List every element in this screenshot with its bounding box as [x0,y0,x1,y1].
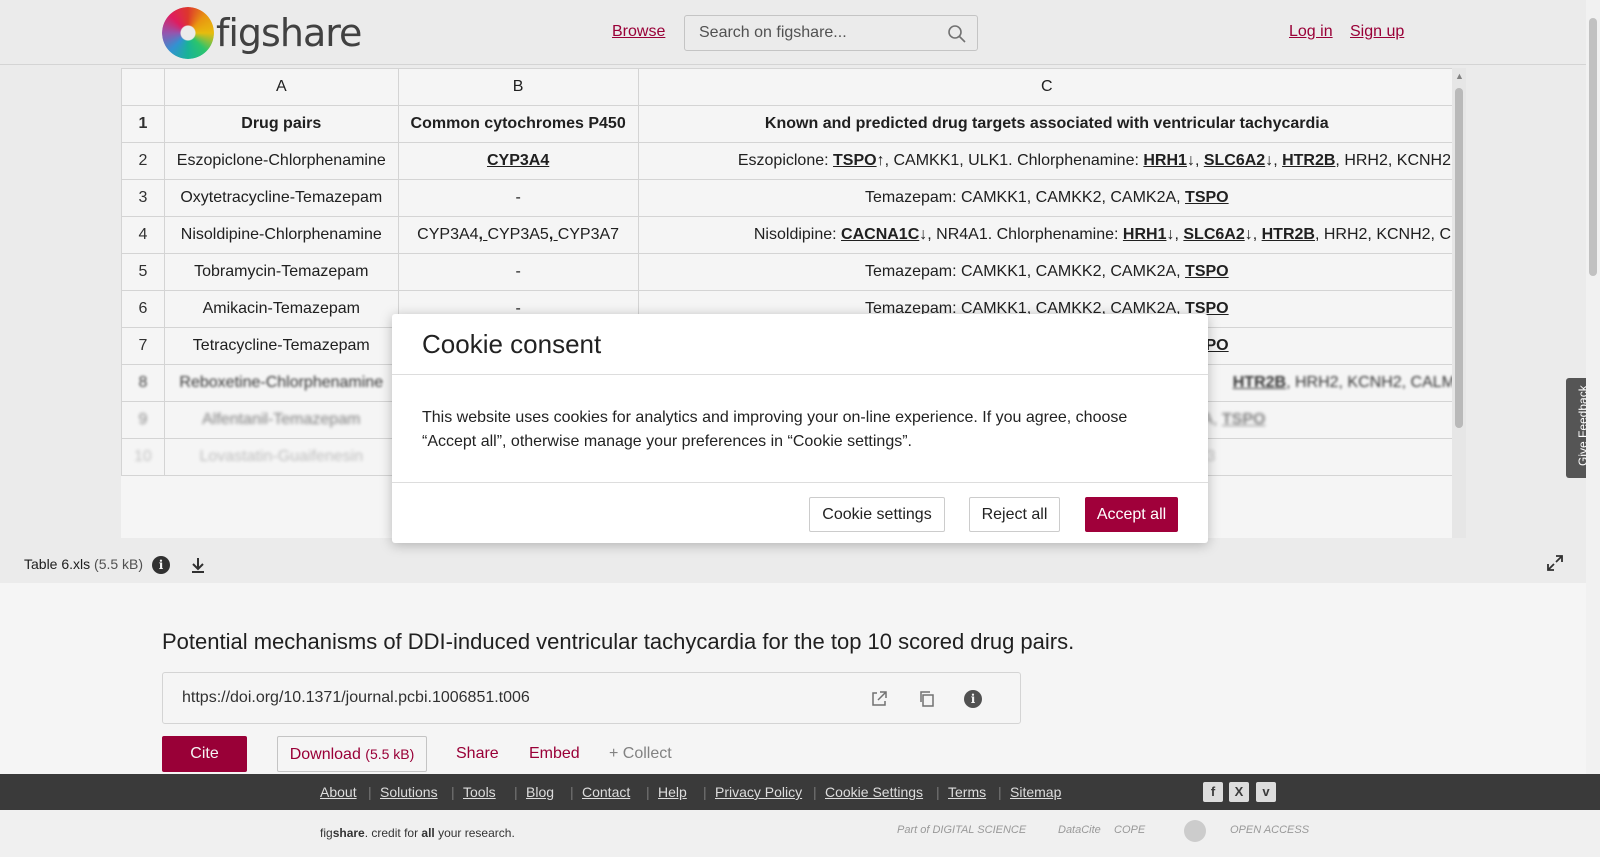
datacite-logo[interactable]: DataCite [1058,824,1101,836]
open-access-logo[interactable]: OPEN ACCESS [1230,824,1309,836]
footer-separator: | [813,784,817,800]
footer-separator: | [514,784,518,800]
footer-separator: | [570,784,574,800]
footer-link-solutions[interactable]: Solutions [380,784,438,800]
cookie-dialog-title: Cookie consent [422,329,602,359]
tagline-part: all [421,826,435,840]
divider [392,374,1208,375]
cookie-dialog-text: This website uses cookies for analytics … [422,409,1128,450]
footer-separator: | [368,784,372,800]
cookie-consent-dialog: Cookie consent This website uses cookies… [392,314,1208,543]
footer-separator: | [936,784,940,800]
ror-logo-icon[interactable] [1184,820,1206,842]
footer-nav: f X v About | Solutions | Tools | Blog | Contact… [0,774,1600,810]
footer-link-tools[interactable]: Tools [463,784,496,800]
footer-link-terms[interactable]: Terms [948,784,986,800]
page-scroll-thumb[interactable] [1589,18,1597,276]
x-twitter-icon[interactable]: X [1229,782,1249,802]
reject-all-button[interactable]: Reject all [969,497,1060,532]
cookie-settings-button[interactable]: Cookie settings [809,497,945,532]
footer-separator: | [703,784,707,800]
tagline-part: share [332,826,365,840]
divider [392,482,1208,483]
footer-link-blog[interactable]: Blog [526,784,554,800]
tagline-part: . credit for [364,826,422,840]
footer-separator: | [451,784,455,800]
facebook-icon[interactable]: f [1203,782,1223,802]
page-scrollbar[interactable] [1586,0,1600,774]
footer-link-privacy-policy[interactable]: Privacy Policy [715,784,802,800]
footer-link-sitemap[interactable]: Sitemap [1010,784,1061,800]
footer-separator: | [998,784,1002,800]
vimeo-icon[interactable]: v [1256,782,1276,802]
footer-link-help[interactable]: Help [658,784,687,800]
tagline-part: fig [320,826,333,840]
footer-separator: | [646,784,650,800]
footer-bottom: figshare. credit for all your research. … [0,810,1600,857]
footer-link-contact[interactable]: Contact [582,784,630,800]
tagline-part: your research. [434,826,515,840]
footer-tagline: figshare. credit for all your research. [320,826,515,840]
cope-logo[interactable]: COPE [1114,824,1145,836]
accept-all-button[interactable]: Accept all [1085,497,1178,532]
digital-science-logo[interactable]: Part of DIGITAL SCIENCE [897,824,1026,836]
footer-link-about[interactable]: About [320,784,357,800]
footer-link-cookie-settings[interactable]: Cookie Settings [825,784,923,800]
